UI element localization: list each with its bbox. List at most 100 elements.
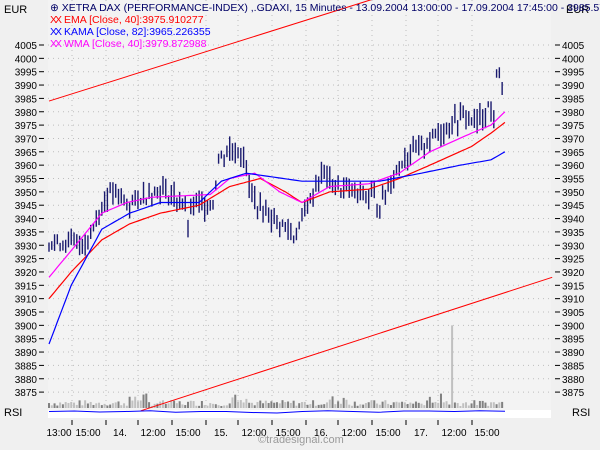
volume-bar [181, 404, 184, 408]
volume-bar [317, 404, 320, 408]
volume-bar [184, 405, 187, 408]
volume-bar [109, 404, 112, 408]
y-label-right: 3920 [562, 268, 585, 279]
volume-bar [231, 397, 234, 408]
volume-bar [312, 400, 315, 408]
volume-bar [401, 401, 404, 408]
y-label-right: 3880 [562, 375, 585, 386]
volume-bar [367, 402, 370, 408]
y-label-right: 3995 [562, 68, 585, 79]
y-label-right: 3965 [562, 148, 585, 159]
legend-kama-label: KAMA [Close, 82]:3965.226355 [64, 26, 211, 38]
indicator-icon: XX [50, 14, 62, 26]
volume-bar [281, 400, 284, 408]
volume-bar [256, 402, 259, 408]
volume-bar [481, 400, 484, 408]
volume-bar [439, 393, 442, 408]
legend-kama[interactable]: XX KAMA [Close, 82]:3965.226355 [50, 26, 211, 38]
volume-bar [175, 403, 178, 408]
x-label: 13:00 [46, 428, 71, 439]
volume-bar [406, 403, 409, 408]
y-label-right: 3885 [562, 361, 585, 372]
volume-bar [128, 396, 131, 408]
volume-bar [248, 402, 251, 408]
y-label-left: 3940 [15, 215, 38, 226]
y-label-right: 3895 [562, 335, 585, 346]
volume-bar [334, 404, 337, 408]
volume-bar [484, 402, 487, 408]
volume-bar [328, 399, 331, 408]
volume-bar [189, 400, 192, 408]
volume-bar [284, 402, 287, 408]
volume-bar [287, 401, 290, 408]
volume-bar [487, 405, 490, 408]
volume-bar [298, 403, 301, 408]
volume-bar [495, 404, 498, 408]
volume-bar [239, 400, 242, 408]
y-label-left: 3930 [15, 241, 38, 252]
x-label: 14. [113, 428, 127, 439]
volume-bar [220, 405, 223, 408]
y-label-left: 3880 [15, 375, 38, 386]
y-label-right: 4005 [562, 41, 585, 52]
legend-wma-label: WMA [Close, 40]:3979.872988 [64, 38, 207, 50]
volume-bar [234, 394, 237, 408]
volume-bar [417, 402, 420, 408]
y-label-right: 3945 [562, 201, 585, 212]
volume-bar [451, 325, 454, 408]
y-label-left: 3885 [15, 361, 38, 372]
volume-bar [117, 401, 120, 408]
x-label: 12:00 [341, 428, 366, 439]
y-label-left: 3910 [15, 295, 38, 306]
volume-bar [459, 405, 462, 408]
y-label-left: 3985 [15, 94, 38, 105]
y-label-left: 3900 [15, 321, 38, 332]
volume-bar [84, 400, 87, 408]
volume-bar [303, 401, 306, 408]
legend-ema[interactable]: XX EMA [Close, 40]:3975.910277 [50, 14, 204, 26]
volume-bar [384, 400, 387, 408]
volume-bar [56, 405, 59, 408]
volume-bar [370, 400, 373, 408]
volume-bar [245, 398, 248, 408]
volume-bar [498, 402, 501, 408]
volume-bar [270, 401, 273, 408]
volume-bar [462, 403, 465, 408]
volume-bar [187, 401, 189, 408]
legend-wma[interactable]: XX WMA [Close, 40]:3979.872988 [50, 38, 206, 50]
volume-bar [264, 400, 267, 408]
volume-bar [442, 402, 445, 408]
volume-bar [48, 403, 50, 408]
y-label-right: 3970 [562, 134, 585, 145]
volume-bar [381, 401, 384, 408]
volume-bar [501, 401, 504, 408]
crosshair-icon: ⊕ [50, 2, 59, 14]
x-label: 15:00 [375, 428, 400, 439]
y-label-right: 3980 [562, 108, 585, 119]
volume-bar [178, 401, 181, 408]
volume-bar [398, 402, 401, 408]
x-label: 15:00 [175, 428, 200, 439]
volume-bar [64, 402, 67, 408]
x-label: 15:00 [75, 428, 100, 439]
volume-bar [73, 402, 76, 408]
y-label-left: 3970 [15, 134, 38, 145]
y-label-left: 3875 [15, 388, 38, 399]
volume-bar [348, 404, 351, 408]
volume-bar [331, 396, 334, 408]
volume-bar [61, 404, 64, 408]
volume-bar [342, 397, 345, 408]
volume-bar [200, 401, 203, 408]
volume-bar [95, 403, 98, 408]
volume-bar [278, 403, 281, 408]
volume-bar [81, 405, 84, 408]
volume-bar [139, 400, 142, 408]
volume-bar [223, 405, 226, 408]
volume-bar [120, 405, 123, 408]
volume-bar [103, 403, 106, 408]
y-label-right: 3905 [562, 308, 585, 319]
volume-bar [253, 405, 256, 408]
y-label-right: 3930 [562, 241, 585, 252]
volume-bar [100, 405, 103, 408]
footer-copyright: ©tradesignal.com [258, 434, 344, 446]
